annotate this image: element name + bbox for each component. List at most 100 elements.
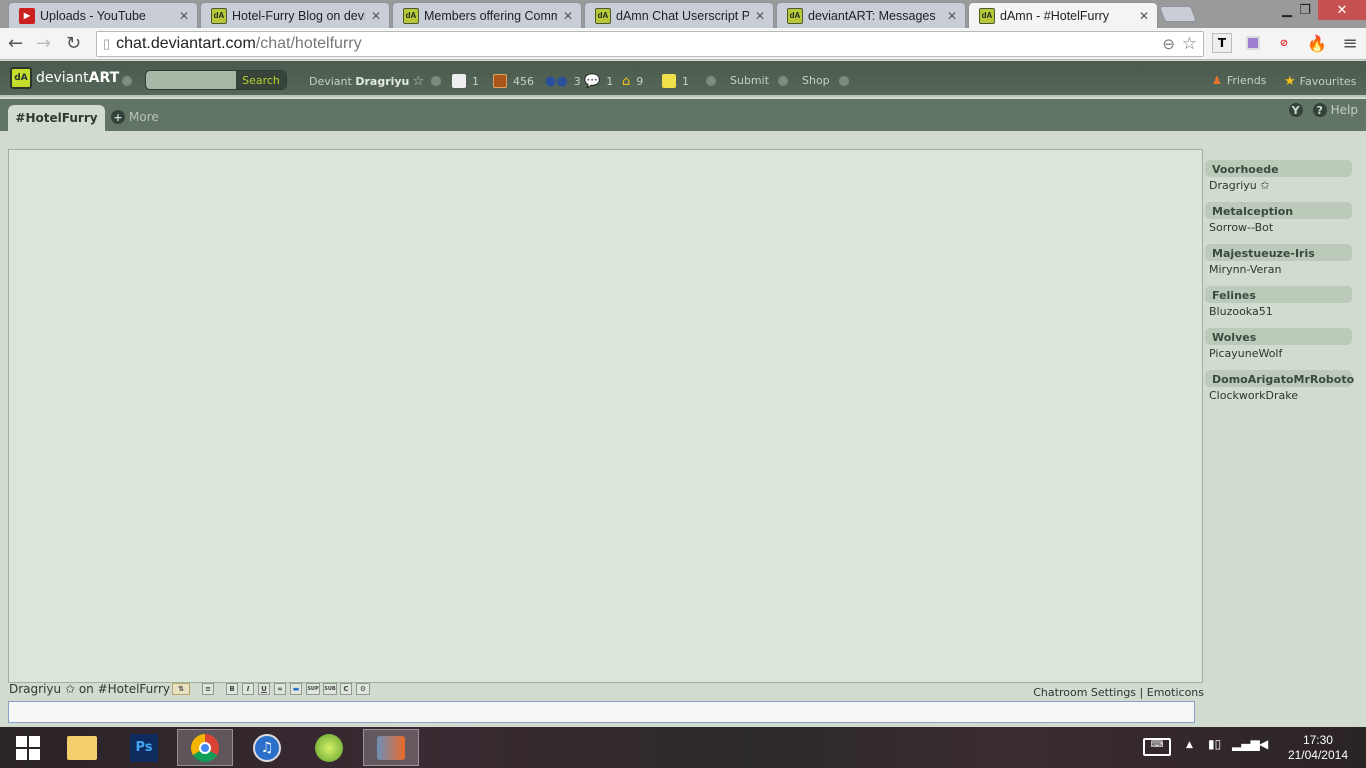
subscript-button[interactable]: SUB <box>323 683 337 695</box>
show-hidden-icons-button[interactable]: ▲ <box>1186 740 1193 750</box>
movie-maker-icon[interactable] <box>363 729 419 766</box>
notices-counter[interactable]: 1 <box>452 74 479 88</box>
t-extension-icon[interactable]: T <box>1212 33 1232 53</box>
italic-button[interactable]: I <box>242 683 254 695</box>
member-group-title: Metalception <box>1205 202 1352 219</box>
search-input[interactable] <box>146 71 238 89</box>
back-icon[interactable]: ← <box>8 33 23 54</box>
deviations-counter[interactable]: 456 <box>493 74 534 88</box>
room-tab-bar: #HotelFurry + More Y ? Help <box>0 99 1366 131</box>
logo-dropdown-icon[interactable] <box>122 76 132 86</box>
link-button[interactable]: ∞ <box>274 683 286 695</box>
browser-tab[interactable]: dA deviantART: Messages ✕ <box>776 2 966 28</box>
member-item[interactable]: Bluzooka51 <box>1205 303 1352 320</box>
code-block-button[interactable]: ▬ <box>290 683 302 695</box>
settings-gear-button[interactable]: ⚙ <box>356 683 370 695</box>
input-toolbar: Dragriyu ✩ on #HotelFurry ⇅ ≡ B I U ∞ ▬ … <box>9 682 1204 699</box>
reload-icon[interactable]: ↻ <box>66 33 81 54</box>
submit-link[interactable]: Submit <box>730 74 769 87</box>
deviantart-logo[interactable]: dA deviantART <box>10 67 119 89</box>
deviantart-header: dA deviantART Search Deviant Dragriyu ☆ … <box>0 61 1366 97</box>
code-button[interactable]: C <box>340 683 352 695</box>
room-tab-hotelfurry[interactable]: #HotelFurry <box>8 105 105 131</box>
message-input[interactable] <box>8 701 1195 723</box>
windows-start-icon[interactable] <box>0 729 56 766</box>
address-bar[interactable]: ▯ chat.deviantart.com/chat/hotelfurry ⊖ … <box>96 31 1204 57</box>
browser-tab[interactable]: ▶ Uploads - YouTube ✕ <box>8 2 198 28</box>
close-tab-icon[interactable]: ✕ <box>947 9 957 23</box>
user-menu[interactable]: Deviant Dragriyu ☆ <box>309 74 424 89</box>
more-rooms-button[interactable]: + More <box>111 110 159 124</box>
itunes-icon[interactable]: ♫ <box>239 729 295 766</box>
settings-wrench-icon[interactable]: Y <box>1288 103 1303 117</box>
close-tab-icon[interactable]: ✕ <box>371 9 381 23</box>
member-item[interactable]: Mirynn-Veran <box>1205 261 1352 278</box>
close-tab-icon[interactable]: ✕ <box>563 9 573 23</box>
help-icon: ? <box>1312 103 1327 117</box>
close-window-button[interactable]: ✕ <box>1318 0 1366 20</box>
underline-button[interactable]: U <box>258 683 270 695</box>
member-group-title: Felines <box>1205 286 1352 303</box>
member-item[interactable]: Sorrow--Bot <box>1205 219 1352 236</box>
chat-log[interactable] <box>8 149 1203 683</box>
browser-tab[interactable]: dA dAmn Chat Userscript Pro ✕ <box>584 2 774 28</box>
touch-keyboard-icon[interactable]: ⌨ <box>1143 738 1171 756</box>
home-counter[interactable]: ⌂ 9 <box>622 74 643 89</box>
comments-icon: 💬 <box>584 74 601 89</box>
member-item[interactable]: PicayuneWolf <box>1205 345 1352 362</box>
network-signal-icon[interactable]: ▂▄▆ <box>1232 737 1260 751</box>
toggle-multiline-icon[interactable]: ⇅ <box>172 683 190 695</box>
member-group-title: Voorhoede <box>1205 160 1352 177</box>
adblock-icon[interactable]: ⊘ <box>1274 33 1294 53</box>
search-button[interactable]: Search <box>236 71 286 89</box>
bold-button[interactable]: B <box>226 683 238 695</box>
purple-extension-icon[interactable] <box>1243 33 1263 53</box>
chatroom-settings-link[interactable]: Chatroom Settings <box>1033 686 1136 699</box>
member-group: DomoArigatoMrRoboto ClockworkDrake <box>1205 370 1354 404</box>
deviantart-icon: dA <box>403 7 419 24</box>
emoticons-link[interactable]: Emoticons <box>1147 686 1204 699</box>
submit-dropdown-icon[interactable] <box>778 76 788 86</box>
shop-dropdown-icon[interactable] <box>839 76 849 86</box>
current-room: on #HotelFurry <box>78 682 171 696</box>
watch-counter[interactable]: ●● 3 <box>545 74 581 89</box>
close-tab-icon[interactable]: ✕ <box>755 9 765 23</box>
paint-tool-icon[interactable] <box>301 729 357 766</box>
notes-counter[interactable]: 1 <box>662 74 689 88</box>
member-item[interactable]: ClockworkDrake <box>1205 387 1352 404</box>
forward-icon[interactable]: → <box>36 33 51 54</box>
comments-counter[interactable]: 💬 1 <box>584 74 613 89</box>
member-group-title: Majestueuze-Iris <box>1205 244 1352 261</box>
file-explorer-icon[interactable] <box>54 729 110 766</box>
system-clock[interactable]: 17:30 21/04/2014 <box>1288 733 1348 763</box>
member-group: Voorhoede Dragriyu ✩ <box>1205 160 1352 194</box>
close-tab-icon[interactable]: ✕ <box>179 9 189 23</box>
member-group-title: Wolves <box>1205 328 1352 345</box>
browser-tab[interactable]: dA Hotel-Furry Blog on devia ✕ <box>200 2 390 28</box>
member-item[interactable]: Dragriyu ✩ <box>1205 177 1352 194</box>
more-dropdown-icon[interactable] <box>706 76 716 86</box>
battery-icon[interactable]: ▮▯ <box>1208 737 1221 751</box>
menu-icon[interactable]: ≡ <box>1340 33 1360 54</box>
shop-link[interactable]: Shop <box>802 74 830 87</box>
youtube-icon: ▶ <box>19 7 35 24</box>
help-button[interactable]: ? Help <box>1312 103 1358 117</box>
favourites-link[interactable]: ★ Favourites <box>1284 74 1356 89</box>
close-tab-icon[interactable]: ✕ <box>1139 9 1149 23</box>
chrome-icon[interactable] <box>177 729 233 766</box>
photoshop-icon[interactable]: Ps <box>116 729 172 766</box>
friends-link[interactable]: ♟ Friends <box>1212 74 1266 87</box>
hola-icon[interactable]: 🔥 <box>1307 33 1327 53</box>
restore-button[interactable]: ❐ <box>1290 0 1320 20</box>
browser-tab-active[interactable]: dA dAmn - #HotelFurry ✕ <box>968 2 1158 28</box>
zoom-icon[interactable]: ⊖ <box>1162 35 1175 53</box>
browser-tab[interactable]: dA Members offering Commi ✕ <box>392 2 582 28</box>
volume-icon[interactable]: ◀ <box>1259 737 1268 751</box>
plus-icon: + <box>111 110 125 124</box>
star-icon: ✩ <box>1260 179 1270 192</box>
document-icon[interactable]: ≡ <box>202 683 214 695</box>
superscript-button[interactable]: SUP <box>306 683 320 695</box>
user-dropdown-icon[interactable] <box>431 76 441 86</box>
new-tab-button[interactable] <box>1159 6 1197 22</box>
bookmark-star-icon[interactable]: ☆ <box>1182 34 1197 54</box>
